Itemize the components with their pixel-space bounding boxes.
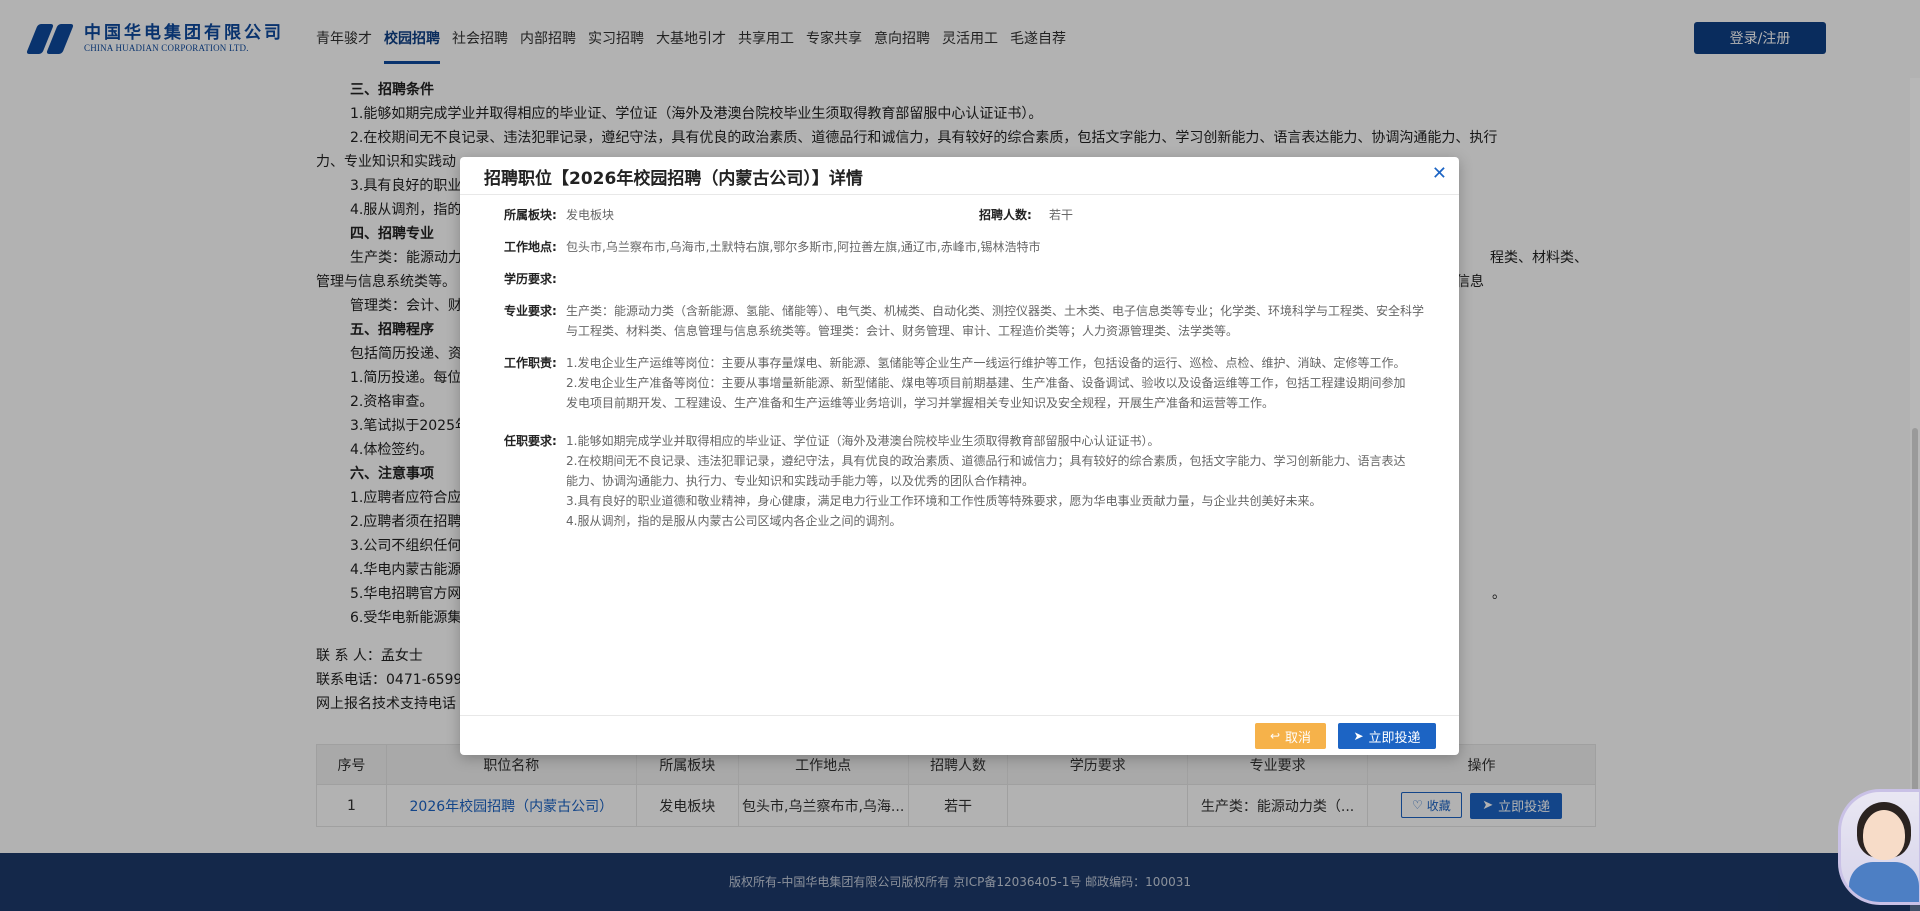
sector-label: 所属板块: <box>504 208 557 222</box>
sector-value: 发电板块 <box>566 208 615 222</box>
duty-value: 1.发电企业生产运维等岗位：主要从事存量煤电、新能源、氢储能等企业生产一线运行维… <box>566 353 1429 413</box>
detail-row-education: 学历要求: <box>504 269 1429 289</box>
apply-now-button[interactable]: ➤ 立即投递 <box>1338 723 1436 749</box>
location-label: 工作地点: <box>504 240 557 254</box>
modal-title: 招聘职位【2026年校园招聘（内蒙古公司）】详情 <box>484 169 863 189</box>
requirement-value: 1.能够如期完成学业并取得相应的毕业证、学位证（海外及港澳台院校毕业生须取得教育… <box>566 431 1429 531</box>
location-value: 包头市,乌兰察布市,乌海市,土默特右旗,鄂尔多斯市,阿拉善左旗,通辽市,赤峰市,… <box>566 240 1041 254</box>
send-icon: ➤ <box>1353 729 1364 743</box>
detail-row-requirement: 任职要求: 1.能够如期完成学业并取得相应的毕业证、学位证（海外及港澳台院校毕业… <box>504 431 1429 531</box>
requirement-item: 2.在校期间无不良记录、违法犯罪记录，遵纪守法，具有优良的政治素质、道德品行和诚… <box>566 454 1406 488</box>
requirement-label: 任职要求: <box>504 434 557 448</box>
requirement-item: 3.具有良好的职业道德和敬业精神，身心健康，满足电力行业工作环境和工作性质等特殊… <box>566 494 1322 508</box>
detail-row-major: 专业要求: 生产类：能源动力类（含新能源、氢能、储能等）、电气类、机械类、自动化… <box>504 301 1429 341</box>
scrollbar-thumb[interactable] <box>1912 428 1918 848</box>
assistant-avatar[interactable] <box>1838 789 1920 905</box>
duty-label: 工作职责: <box>504 356 557 370</box>
apply-label: 立即投递 <box>1368 730 1421 746</box>
modal-header: 招聘职位【2026年校园招聘（内蒙古公司）】详情 ✕ <box>460 157 1459 195</box>
position-detail-modal: 招聘职位【2026年校园招聘（内蒙古公司）】详情 ✕ 所属板块: 发电板块 招聘… <box>460 157 1459 755</box>
requirement-item: 4.服从调剂，指的是服从内蒙古公司区域内各企业之间的调剂。 <box>566 514 902 528</box>
close-icon[interactable]: ✕ <box>1432 163 1447 185</box>
cancel-label: 取消 <box>1285 730 1312 746</box>
duty-item: 1.发电企业生产运维等岗位：主要从事存量煤电、新能源、氢储能等企业生产一线运行维… <box>566 356 1406 370</box>
back-arrow-icon: ↩ <box>1269 729 1281 743</box>
count-value: 若干 <box>1049 208 1074 222</box>
duty-item: 2.发电企业生产准备等岗位：主要从事增量新能源、新型储能、煤电等项目前期基建、生… <box>566 376 1406 410</box>
major-label: 专业要求: <box>504 304 557 318</box>
count-label: 招聘人数: <box>979 208 1032 222</box>
requirement-item: 1.能够如期完成学业并取得相应的毕业证、学位证（海外及港澳台院校毕业生须取得教育… <box>566 434 1160 448</box>
modal-body: 所属板块: 发电板块 招聘人数: 若干 工作地点: 包头市,乌兰察布市,乌海市,… <box>460 195 1459 713</box>
detail-row-duty: 工作职责: 1.发电企业生产运维等岗位：主要从事存量煤电、新能源、氢储能等企业生… <box>504 353 1429 413</box>
detail-row-location: 工作地点: 包头市,乌兰察布市,乌海市,土默特右旗,鄂尔多斯市,阿拉善左旗,通辽… <box>504 237 1429 257</box>
education-value <box>566 269 1429 289</box>
education-label: 学历要求: <box>504 272 557 286</box>
cancel-button[interactable]: ↩ 取消 <box>1255 723 1326 749</box>
detail-row-sector-count: 所属板块: 发电板块 招聘人数: 若干 <box>504 205 1429 225</box>
major-value: 生产类：能源动力类（含新能源、氢能、储能等）、电气类、机械类、自动化类、测控仪器… <box>566 304 1425 338</box>
